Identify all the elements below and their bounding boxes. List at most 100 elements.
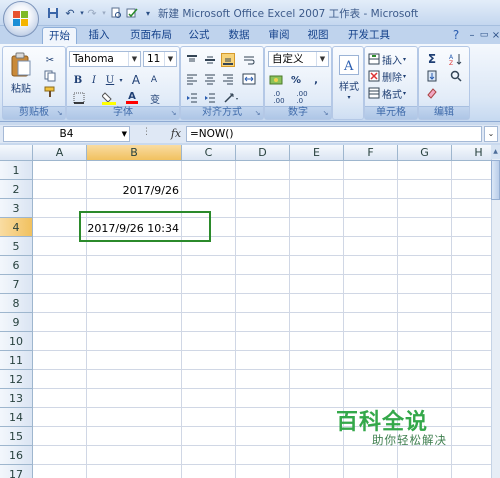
column-header-e[interactable]: E <box>290 145 344 161</box>
increase-indent-icon[interactable] <box>203 91 217 105</box>
insert-function-button[interactable]: fx <box>168 127 184 141</box>
row-header-10[interactable]: 10 <box>0 332 33 351</box>
styles-dropdown-icon[interactable]: ▾ <box>344 93 354 101</box>
font-size-dropdown-icon[interactable]: ▼ <box>164 52 176 66</box>
tab-formulas[interactable]: 公式 <box>184 27 214 44</box>
row-header-11[interactable]: 11 <box>0 351 33 370</box>
row-header-7[interactable]: 7 <box>0 275 33 294</box>
close-icon[interactable]: × <box>488 27 500 43</box>
currency-icon[interactable] <box>268 73 286 87</box>
clear-icon[interactable] <box>423 86 441 100</box>
alignment-launcher-icon[interactable]: ↘ <box>253 109 262 118</box>
customize-toolbar-icon[interactable]: ▾ <box>140 5 156 21</box>
row-header-13[interactable]: 13 <box>0 389 33 408</box>
print-preview-icon[interactable] <box>108 5 124 21</box>
orientation-icon[interactable] <box>221 91 241 105</box>
insert-cells-button[interactable]: 插入 ▾ <box>368 52 416 67</box>
delete-cells-button[interactable]: 删除 ▾ <box>368 69 416 84</box>
decrease-decimal-button[interactable]: .00 .0 <box>293 91 311 105</box>
comma-button[interactable]: , <box>309 73 323 87</box>
column-header-f[interactable]: F <box>344 145 398 161</box>
tab-insert[interactable]: 插入 <box>84 27 114 44</box>
format-painter-icon[interactable] <box>43 85 57 99</box>
number-format-combo[interactable]: 自定义 ▼ <box>268 51 329 67</box>
align-left-icon[interactable] <box>185 72 199 86</box>
expand-formula-bar-icon[interactable]: ⌄ <box>484 126 498 142</box>
select-all-corner[interactable] <box>0 145 33 161</box>
format-cells-button[interactable]: 格式 ▾ <box>368 86 416 101</box>
paste-label[interactable]: 粘贴 <box>5 81 37 95</box>
help-icon[interactable]: ? <box>448 27 464 43</box>
row-header-4[interactable]: 4 <box>0 218 33 237</box>
row-header-8[interactable]: 8 <box>0 294 33 313</box>
align-middle-icon[interactable] <box>203 53 217 67</box>
italic-button[interactable]: I <box>87 73 101 87</box>
scroll-up-icon[interactable]: ▲ <box>491 145 500 159</box>
clipboard-launcher-icon[interactable]: ↘ <box>55 109 64 118</box>
wrap-text-icon[interactable] <box>241 53 257 67</box>
cut-icon[interactable]: ✂ <box>43 53 57 67</box>
spelling-icon[interactable] <box>124 5 140 21</box>
percent-button[interactable]: % <box>289 73 303 87</box>
tab-review[interactable]: 审阅 <box>264 27 294 44</box>
column-header-b[interactable]: B <box>87 145 182 161</box>
font-name-dropdown-icon[interactable]: ▼ <box>128 52 140 66</box>
font-size-combo[interactable]: 11 ▼ <box>143 51 177 67</box>
font-name-combo[interactable]: Tahoma ▼ <box>69 51 141 67</box>
row-header-14[interactable]: 14 <box>0 408 33 427</box>
font-color-button[interactable]: A <box>125 91 139 105</box>
name-box[interactable]: B4 ▼ <box>3 126 130 142</box>
sort-filter-icon[interactable]: AZ <box>447 52 465 66</box>
underline-button[interactable]: U <box>103 73 117 87</box>
bold-button[interactable]: B <box>71 73 85 87</box>
font-launcher-icon[interactable]: ↘ <box>169 109 178 118</box>
align-top-icon[interactable] <box>185 53 199 67</box>
borders-icon[interactable] <box>71 91 87 105</box>
row-header-3[interactable]: 3 <box>0 199 33 218</box>
align-center-icon[interactable] <box>203 72 217 86</box>
underline-dropdown-icon[interactable]: ▾ <box>117 73 125 87</box>
name-box-dropdown-icon[interactable]: ▼ <box>122 127 127 141</box>
vertical-scrollbar[interactable]: ▲ <box>491 145 500 478</box>
column-header-d[interactable]: D <box>236 145 290 161</box>
styles-icon[interactable]: A <box>339 55 359 75</box>
merge-center-icon[interactable] <box>241 72 257 86</box>
autosum-button[interactable]: Σ <box>423 52 441 66</box>
tab-page-layout[interactable]: 页面布局 <box>124 27 178 44</box>
row-header-12[interactable]: 12 <box>0 370 33 389</box>
fill-icon[interactable] <box>423 69 441 83</box>
grow-font-button[interactable]: A <box>129 73 143 87</box>
align-bottom-icon[interactable] <box>221 53 235 67</box>
scroll-thumb[interactable] <box>491 160 500 200</box>
row-header-2[interactable]: 2 <box>0 180 33 199</box>
row-header-9[interactable]: 9 <box>0 313 33 332</box>
column-header-g[interactable]: G <box>398 145 452 161</box>
tab-data[interactable]: 数据 <box>224 27 254 44</box>
row-header-15[interactable]: 15 <box>0 427 33 446</box>
row-header-16[interactable]: 16 <box>0 446 33 465</box>
row-header-5[interactable]: 5 <box>0 237 33 256</box>
formula-input[interactable]: =NOW() <box>186 126 482 142</box>
copy-icon[interactable] <box>43 69 57 83</box>
row-header-6[interactable]: 6 <box>0 256 33 275</box>
office-button[interactable] <box>3 1 39 37</box>
column-header-a[interactable]: A <box>33 145 87 161</box>
tab-view[interactable]: 视图 <box>303 27 333 44</box>
formula-bar-resize-icon[interactable]: ⋮ <box>142 127 154 141</box>
tab-developer[interactable]: 开发工具 <box>342 27 396 44</box>
fill-color-icon[interactable] <box>101 91 117 105</box>
row-header-1[interactable]: 1 <box>0 161 33 180</box>
align-right-icon[interactable] <box>221 72 235 86</box>
row-header-17[interactable]: 17 <box>0 465 33 478</box>
save-icon[interactable] <box>45 5 61 21</box>
number-launcher-icon[interactable]: ↘ <box>321 109 330 118</box>
increase-decimal-button[interactable]: .0 .00 <box>270 91 288 105</box>
number-format-dropdown-icon[interactable]: ▼ <box>316 52 328 66</box>
find-select-icon[interactable] <box>447 69 465 83</box>
styles-button-label[interactable]: 样式 <box>333 79 365 93</box>
shrink-font-button[interactable]: A <box>147 73 161 87</box>
cell-b2[interactable]: 2017/9/26 <box>87 181 179 200</box>
paste-icon[interactable] <box>9 51 33 79</box>
tab-home[interactable]: 开始 <box>42 27 77 44</box>
decrease-indent-icon[interactable] <box>185 91 199 105</box>
